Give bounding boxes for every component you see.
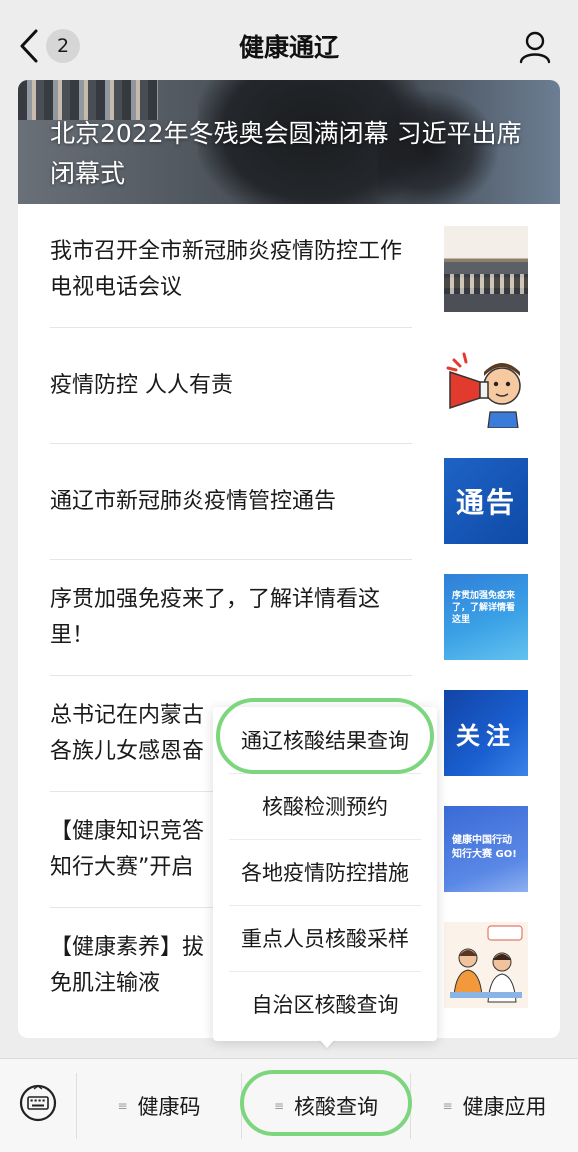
news-title-line: 总书记在内蒙古 xyxy=(50,703,205,728)
menu-item-regional-measures[interactable]: 各地疫情防控措施 xyxy=(227,839,423,905)
menu-item-nucleic-test-booking[interactable]: 核酸检测预约 xyxy=(227,773,423,839)
focus-thumbnail: 关注 xyxy=(444,690,528,776)
notice-thumbnail: 通告 xyxy=(444,458,528,544)
menu-lines-icon: ≡ xyxy=(442,1099,453,1113)
news-title: 序贯加强免疫来了，了解详情看这里！ xyxy=(50,587,381,648)
keyboard-icon[interactable] xyxy=(18,1083,58,1123)
menu-item-key-personnel-sampling[interactable]: 重点人员核酸采样 xyxy=(227,905,423,971)
news-title-line: 知行大赛”开启 xyxy=(50,855,194,880)
megaphone-cartoon-thumbnail xyxy=(444,342,528,428)
vaccine-thumbnail: 序贯加强免疫来了，了解详情看这里 xyxy=(444,574,528,660)
highlight-ring xyxy=(216,698,434,774)
news-title: 通辽市新冠肺炎疫情管控通告 xyxy=(50,489,337,514)
news-title-line: 各族儿女感恩奋 xyxy=(50,739,205,764)
menu-lines-icon: ≡ xyxy=(117,1099,128,1113)
quiz-thumbnail-text: 健康中国行动 知行大赛 GO! xyxy=(452,835,517,860)
quiz-thumbnail: 健康中国行动 知行大赛 GO! xyxy=(444,806,528,892)
news-item[interactable]: 序贯加强免疫来了，了解详情看这里！ 序贯加强免疫来了，了解详情看这里 xyxy=(50,560,528,676)
megaphone-icon xyxy=(446,352,521,428)
news-title-line: 【健康知识竞答 xyxy=(50,819,205,844)
meeting-thumbnail xyxy=(444,226,528,312)
doctor-illustration-thumbnail xyxy=(444,922,528,1008)
highlight-ring xyxy=(240,1070,412,1136)
vaccine-thumbnail-text: 序贯加强免疫来了，了解详情看这里 xyxy=(452,591,516,625)
hero-title: 北京2022年冬残奥会圆满闭幕 习近平出席闭幕式 xyxy=(50,119,522,188)
doctor-patient-icon xyxy=(444,922,528,1008)
news-item[interactable]: 通辽市新冠肺炎疫情管控通告 通告 xyxy=(50,444,528,560)
top-bar: 2 健康通辽 xyxy=(0,0,578,88)
hero-article[interactable]: 北京2022年冬残奥会圆满闭幕 习近平出席闭幕式 xyxy=(18,80,560,204)
tab-label: 健康码 xyxy=(137,1095,201,1119)
news-title-line: 【健康素养】拔 xyxy=(50,935,205,960)
tab-health-apps[interactable]: ≡ 健康应用 xyxy=(411,1059,578,1152)
news-item[interactable]: 我市召开全市新冠肺炎疫情防控工作电视电话会议 xyxy=(50,212,528,328)
tab-health-code[interactable]: ≡ 健康码 xyxy=(77,1059,241,1152)
user-icon[interactable] xyxy=(518,30,552,64)
page-title: 健康通辽 xyxy=(238,33,339,62)
news-item[interactable]: 疫情防控 人人有责 xyxy=(50,328,528,444)
menu-item-region-nucleic-query[interactable]: 自治区核酸查询 xyxy=(227,971,423,1037)
popup-pointer xyxy=(318,1038,336,1048)
news-title: 我市召开全市新冠肺炎疫情防控工作电视电话会议 xyxy=(50,239,403,300)
news-title-line: 免肌注输液 xyxy=(50,971,161,996)
tab-label: 健康应用 xyxy=(462,1095,547,1119)
news-title: 疫情防控 人人有责 xyxy=(50,373,233,398)
